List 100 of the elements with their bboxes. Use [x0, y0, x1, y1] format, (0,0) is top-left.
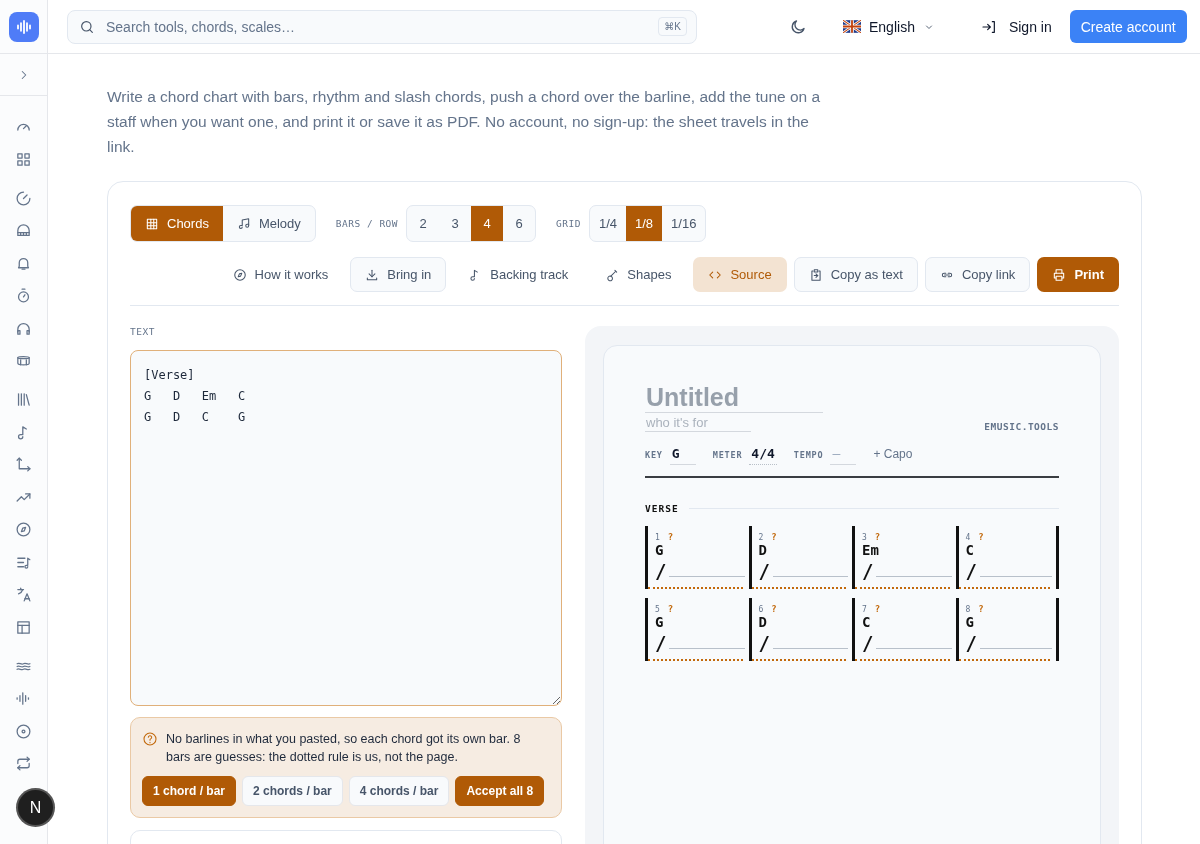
action-button[interactable]: How it works	[217, 257, 344, 292]
bar-split-button[interactable]: 4 chords / bar	[348, 776, 450, 806]
music-note-icon	[236, 216, 251, 231]
chord-symbol: G	[965, 614, 975, 630]
grid-icon[interactable]	[15, 150, 32, 168]
chord-symbol: Em	[862, 542, 880, 558]
slash-mark: /	[758, 633, 770, 653]
chord-symbol: G	[655, 614, 665, 630]
clipboard-icon	[808, 267, 823, 282]
question-icon	[142, 731, 158, 747]
language-selector[interactable]: English	[839, 14, 939, 39]
grid-icon	[145, 216, 159, 231]
slash-mark: /	[655, 561, 667, 581]
text-label: TEXT	[130, 326, 156, 337]
bar[interactable]: 4 ? C /	[955, 526, 1059, 589]
slash-mark: /	[965, 561, 977, 581]
brand-text: EMUSIC.TOOLS	[984, 421, 1059, 432]
bars-per-row-label: BARS / ROW	[335, 218, 399, 229]
sheet-title-field[interactable]: Untitled	[645, 382, 823, 413]
guess-mark: ?	[978, 604, 984, 614]
slash-mark: /	[758, 561, 770, 581]
bar-number: 5	[655, 605, 660, 614]
chord-text-field[interactable]: [Verse] G D Em C G D C G	[130, 350, 562, 706]
tempo-label: TEMPO	[793, 450, 824, 460]
mode-tab[interactable]: Melody	[222, 206, 315, 241]
chord-symbol: D	[758, 542, 768, 558]
subtitle-field[interactable]: who it's for	[645, 415, 751, 432]
slash-mark: /	[862, 561, 874, 581]
grid-option[interactable]: 1/8	[626, 206, 663, 241]
guess-mark: ?	[771, 604, 777, 614]
create-account-button[interactable]: Create account	[1069, 10, 1187, 43]
bar[interactable]: 2 ? D /	[748, 526, 852, 589]
sign-in-button[interactable]: Sign in	[976, 14, 1056, 39]
grid-option[interactable]: 1/16	[662, 206, 706, 241]
bar[interactable]: 1 ? G /	[645, 526, 749, 589]
bar-number: 8	[965, 605, 971, 614]
grid-label: GRID	[556, 218, 581, 229]
bar-number: 6	[758, 605, 764, 614]
notice-text: No barlines in what you pasted, so each chord got its own bar. 8 bars are guesses: the dotted rule is us, not the page.	[166, 731, 522, 766]
guess-mark: ?	[771, 532, 777, 542]
logo-icon[interactable]	[8, 12, 39, 42]
action-button[interactable]: Shapes	[590, 257, 687, 292]
bar-number: 4	[965, 533, 971, 542]
slash-mark: /	[862, 633, 874, 653]
meter-label: METER	[712, 450, 743, 460]
action-button[interactable]: Backing track	[453, 257, 584, 292]
bar[interactable]: 8 ? G /	[955, 598, 1059, 661]
action-button[interactable]: Source	[693, 257, 787, 292]
bar-number: 2	[758, 533, 764, 542]
chord-symbol: D	[758, 614, 768, 630]
table-icon[interactable]	[15, 618, 32, 636]
bar-split-button[interactable]: 1 chord / bar	[142, 776, 237, 806]
moon-icon[interactable]	[789, 17, 807, 36]
repeat-icon[interactable]	[15, 755, 32, 772]
chord-symbol: C	[965, 542, 975, 558]
flag-icon	[843, 20, 861, 33]
shortcut-hint: ⌘K	[658, 16, 687, 36]
printer-icon	[1052, 267, 1067, 282]
meter-value[interactable]: 4/4	[749, 446, 777, 465]
mode-tab[interactable]: Chords	[131, 206, 223, 241]
grid-option[interactable]: 1/4	[589, 206, 626, 241]
timer-icon[interactable]	[15, 287, 32, 304]
sign-in-icon	[980, 18, 997, 35]
piano-icon[interactable]	[15, 222, 32, 239]
key-value[interactable]: G	[669, 446, 696, 465]
bars-option[interactable]: 3	[439, 206, 472, 241]
slash-mark: /	[965, 633, 977, 653]
guess-mark: ?	[978, 532, 984, 542]
bar-number: 3	[862, 533, 867, 542]
action-button[interactable]: Copy link	[924, 257, 1031, 292]
translate-icon[interactable]	[15, 586, 32, 603]
dial-icon[interactable]	[15, 189, 32, 207]
bars-option[interactable]: 4	[471, 206, 504, 241]
section-name: VERSE	[645, 503, 679, 514]
bar-number: 7	[862, 605, 867, 614]
bars-option[interactable]: 6	[503, 206, 536, 241]
bar[interactable]: 6 ? D /	[748, 598, 852, 661]
axis-icon[interactable]	[15, 456, 32, 473]
action-button[interactable]: Print	[1037, 257, 1119, 292]
bar[interactable]: 5 ? G /	[645, 598, 749, 661]
guess-mark: ?	[874, 532, 881, 542]
avatar[interactable]: N	[18, 790, 53, 825]
bars-option[interactable]: 2	[407, 206, 440, 241]
bar[interactable]: 7 ? C /	[852, 598, 956, 661]
waveform-icon[interactable]	[15, 690, 32, 707]
capo-button[interactable]: + Capo	[873, 447, 913, 461]
action-button[interactable]: Bring in	[350, 257, 447, 292]
bar-split-button[interactable]: Accept all 8	[455, 776, 545, 806]
library-icon[interactable]	[15, 391, 32, 408]
guess-mark: ?	[667, 532, 674, 542]
guess-mark: ?	[874, 604, 881, 614]
compass-icon[interactable]	[15, 521, 32, 538]
key-label: KEY	[645, 450, 663, 460]
guitar-icon	[605, 267, 620, 282]
bar-split-button[interactable]: 2 chords / bar	[242, 776, 343, 806]
guess-mark: ?	[667, 604, 674, 614]
action-button[interactable]: Copy as text	[793, 257, 918, 292]
slash-mark: /	[655, 633, 667, 653]
bar[interactable]: 3 ? Em /	[852, 526, 956, 589]
download-icon	[365, 267, 380, 282]
